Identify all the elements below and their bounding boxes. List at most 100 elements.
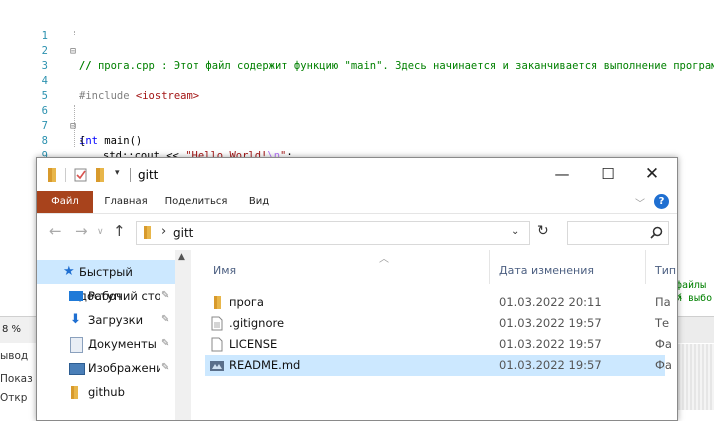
file-row[interactable]: README.md 01.03.2022 19:57 Фа — [205, 355, 672, 376]
breadcrumb-chevron-icon: › — [161, 224, 167, 239]
download-icon: ⬇ — [70, 312, 81, 327]
nav-item-label: Рабочий стол — [88, 289, 160, 303]
tab-file[interactable]: Файл — [37, 191, 93, 213]
folder-icon — [144, 226, 151, 239]
output-panel-text: Откр — [0, 392, 28, 404]
file-name: прога — [229, 295, 264, 309]
folder-icon — [214, 296, 221, 309]
properties-icon[interactable] — [73, 166, 89, 184]
file-row[interactable]: прога 01.03.2022 20:11 Па — [205, 292, 671, 313]
markdown-file-icon — [210, 361, 224, 371]
nav-item-label: Изображения — [88, 361, 160, 375]
refresh-icon[interactable]: ↻ — [537, 223, 549, 239]
file-type: Па — [655, 295, 671, 309]
search-icon — [650, 226, 663, 239]
nav-item-github[interactable]: github — [37, 380, 175, 404]
file-name: LICENSE — [229, 337, 278, 351]
window-title: gitt — [138, 168, 159, 182]
breadcrumb-item[interactable]: gitt — [173, 226, 193, 240]
minimize-button[interactable]: — — [539, 158, 585, 190]
column-divider[interactable] — [489, 250, 490, 284]
up-arrow-icon[interactable]: ↑ — [113, 222, 126, 240]
file-date: 01.03.2022 19:57 — [499, 358, 602, 372]
code-line[interactable]: 4 #include <iostream> — [0, 59, 714, 102]
navigation-pane-scrollbar[interactable]: ▲ — [175, 250, 191, 420]
scroll-up-icon[interactable]: ▲ — [178, 252, 185, 262]
zoom-level-text: 8 % — [2, 324, 22, 335]
sort-ascending-icon: ︿ — [379, 254, 389, 265]
separator — [65, 168, 66, 182]
pin-icon[interactable]: ✎ — [161, 356, 169, 380]
folder-icon — [71, 386, 78, 399]
code-line[interactable]: 1 ⊟ // прога.cpp : Этот файл содержит фу… — [0, 14, 714, 72]
nav-item-desktop[interactable]: Рабочий стол ✎ — [37, 284, 175, 308]
star-icon: ★ — [63, 264, 75, 279]
quick-access-dropdown-icon[interactable]: ▾ — [115, 168, 120, 186]
file-icon — [211, 337, 223, 352]
maximize-button[interactable]: ☐ — [585, 158, 631, 190]
close-icon: ✕ — [644, 164, 660, 184]
tab-home[interactable]: Главная — [99, 191, 153, 213]
nav-item-pictures[interactable]: Изображения ✎ — [37, 356, 175, 380]
column-header-date[interactable]: Дата изменения — [499, 264, 594, 277]
column-header-name[interactable]: Имя — [213, 264, 236, 277]
file-date: 01.03.2022 20:11 — [499, 295, 602, 309]
navigation-bar: ← → ∨ ↑ › gitt ⌄ ↻ — [37, 214, 677, 250]
maximize-icon: ☐ — [601, 165, 615, 183]
file-name: .gitignore — [229, 316, 285, 330]
code-line[interactable]: 8 std::cout << "Hello World!\n"; — [0, 119, 714, 162]
ribbon-tabs: Файл Главная Поделиться Вид ﹀ ? — [37, 191, 677, 214]
file-explorer-window[interactable]: ▾ gitt — ☐ ✕ Файл Главная Поделиться Вид… — [36, 157, 678, 421]
title-bar[interactable]: ▾ gitt — ☐ ✕ — [37, 158, 677, 192]
code-line[interactable]: 3 — [0, 44, 714, 72]
output-panel-text: ывод — [0, 350, 29, 362]
file-type: Фа — [655, 337, 672, 351]
recent-locations-icon[interactable]: ∨ — [97, 227, 104, 237]
expand-ribbon-icon[interactable]: ﹀ — [635, 195, 645, 210]
column-header-type[interactable]: Тип — [655, 264, 676, 277]
desktop-icon — [69, 291, 83, 301]
code-line[interactable]: 6 ⊟ int main() — [0, 89, 714, 147]
pictures-icon — [69, 363, 85, 375]
documents-icon — [70, 337, 83, 353]
separator — [130, 168, 131, 182]
tab-view[interactable]: Вид — [239, 191, 279, 213]
nav-item-downloads[interactable]: ⬇ Загрузки ✎ — [37, 308, 175, 332]
pin-icon[interactable]: ✎ — [161, 308, 169, 332]
pin-icon[interactable]: ✎ — [161, 332, 169, 356]
file-type: Те — [655, 316, 670, 330]
address-dropdown-icon[interactable]: ⌄ — [511, 226, 519, 237]
new-folder-icon[interactable] — [95, 166, 107, 184]
column-divider[interactable] — [645, 250, 646, 284]
code-line[interactable]: 2 // — [0, 29, 714, 72]
file-row[interactable]: .gitignore 01.03.2022 19:57 Те — [205, 313, 669, 334]
navigation-pane: ★ Быстрый доступ Рабочий стол ✎ ⬇ Загруз… — [37, 250, 191, 420]
close-button[interactable]: ✕ — [629, 158, 675, 190]
forward-arrow-icon[interactable]: → — [75, 222, 88, 240]
back-arrow-icon[interactable]: ← — [49, 222, 62, 240]
code-line[interactable]: 9 } — [0, 134, 714, 177]
search-input[interactable] — [567, 221, 669, 245]
nav-item-quick-access[interactable]: ★ Быстрый доступ — [37, 260, 175, 303]
file-date: 01.03.2022 19:57 — [499, 337, 602, 351]
nav-item-label: Документы — [88, 337, 157, 351]
file-row[interactable]: LICENSE 01.03.2022 19:57 Фа — [205, 334, 672, 355]
minimize-icon: — — [554, 165, 570, 183]
file-type: Фа — [655, 358, 672, 372]
file-icon — [211, 316, 223, 331]
help-icon[interactable]: ? — [654, 194, 669, 209]
code-line[interactable]: 5 — [0, 74, 714, 102]
nav-item-label: Загрузки — [88, 313, 144, 327]
file-list: ︿ Имя Дата изменения Тип прога 01.03.202… — [193, 250, 677, 420]
file-date: 01.03.2022 19:57 — [499, 316, 602, 330]
address-bar[interactable]: › gitt ⌄ — [136, 221, 530, 245]
nav-item-documents[interactable]: Документы ✎ — [37, 332, 175, 356]
background-editor-text: и выбо — [676, 293, 713, 304]
file-name: README.md — [229, 358, 301, 372]
nav-item-label: github — [88, 385, 125, 399]
pin-icon[interactable]: ✎ — [161, 284, 169, 308]
code-line[interactable]: 7 { — [0, 104, 714, 147]
output-panel-text: Показ — [0, 373, 33, 385]
folder-icon — [48, 168, 56, 182]
tab-share[interactable]: Поделиться — [161, 191, 231, 213]
